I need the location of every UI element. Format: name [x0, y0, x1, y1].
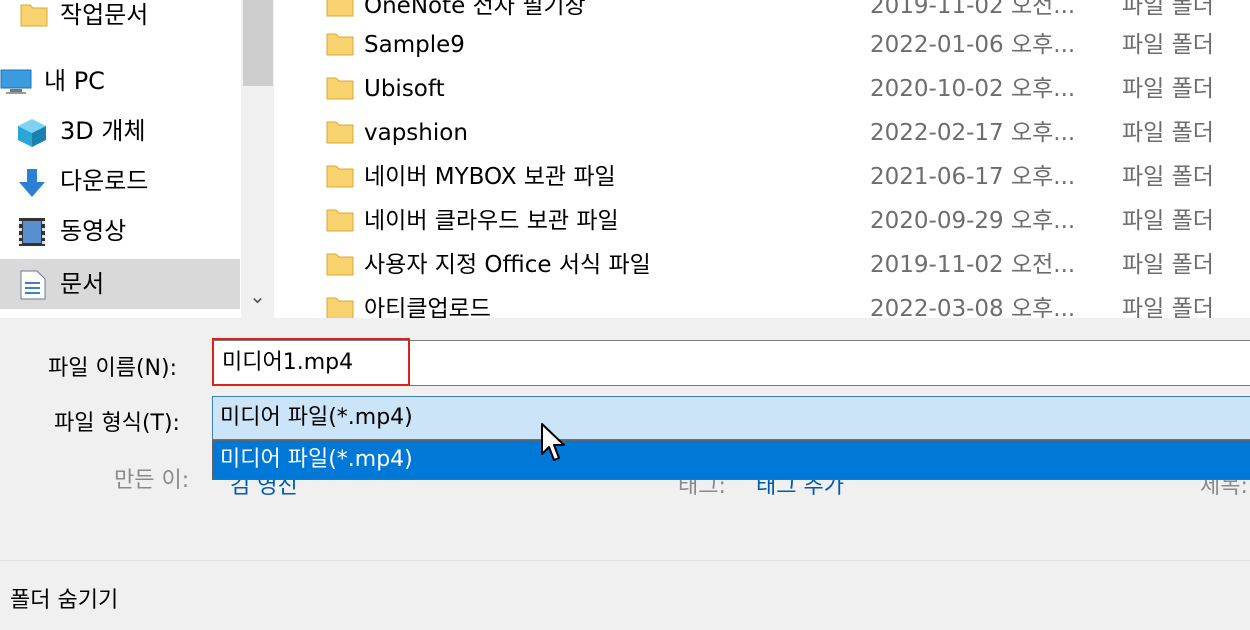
nav-item-downloads[interactable]: 다운로드: [0, 156, 240, 206]
file-date: 2022-02-17 오후...: [870, 120, 1076, 146]
filename-label: 파일 이름(N):: [48, 356, 177, 381]
file-name: Sample9: [364, 32, 465, 58]
list-item[interactable]: Sample9 2022-01-06 오후... 파일 폴더: [274, 23, 1250, 67]
file-name: Ubisoft: [364, 76, 445, 102]
mouse-pointer-icon: [541, 423, 565, 461]
filetype-selected-value[interactable]: 미디어 파일(*.mp4): [220, 396, 413, 440]
list-item[interactable]: 사용자 지정 Office 서식 파일 2019-11-02 오전... 파일 …: [274, 243, 1250, 287]
nav-item-label: 문서: [60, 270, 105, 298]
file-type: 파일 폴더: [1122, 32, 1214, 58]
file-type: 파일 폴더: [1122, 76, 1214, 102]
folder-icon: [326, 209, 354, 232]
video-icon: [19, 218, 45, 246]
file-type: 파일 폴더: [1122, 164, 1214, 190]
folder-icon: [326, 165, 354, 188]
file-date: 2020-10-02 오후...: [870, 76, 1076, 102]
file-type: 파일 폴더: [1122, 296, 1214, 318]
list-item[interactable]: vapshion 2022-02-17 오후... 파일 폴더: [274, 111, 1250, 155]
folder-icon: [20, 4, 48, 27]
divider: [0, 560, 1250, 561]
author-label: 만든 이:: [114, 468, 190, 493]
nav-item-documents[interactable]: 문서: [0, 259, 240, 309]
nav-item-3d-objects[interactable]: 3D 개체: [0, 106, 240, 156]
nav-item-videos[interactable]: 동영상: [0, 206, 240, 256]
file-type: 파일 폴더: [1122, 208, 1214, 234]
file-type: 파일 폴더: [1122, 120, 1214, 146]
scrollbar-thumb[interactable]: [243, 0, 273, 86]
folder-icon: [326, 77, 354, 100]
file-name: 사용자 지정 Office 서식 파일: [364, 252, 651, 278]
nav-item-label: 3D 개체: [60, 117, 146, 145]
list-item[interactable]: 네이버 클라우드 보관 파일 2020-09-29 오후... 파일 폴더: [274, 199, 1250, 243]
nav-item-label: 내 PC: [44, 67, 105, 95]
file-date: 2019-11-02 오전...: [870, 252, 1076, 278]
file-date: 2021-06-17 오후...: [870, 164, 1076, 190]
file-name: vapshion: [364, 120, 468, 146]
file-list: OneNote 전자 필기장 2019-11-02 오전... 파일 폴더 Sa…: [274, 0, 1250, 318]
filetype-option[interactable]: 미디어 파일(*.mp4): [220, 440, 413, 480]
file-date: 2022-03-08 오후...: [870, 296, 1076, 318]
list-item[interactable]: Ubisoft 2020-10-02 오후... 파일 폴더: [274, 67, 1250, 111]
nav-item-label: 동영상: [60, 217, 127, 245]
file-date: 2020-09-29 오후...: [870, 208, 1076, 234]
download-icon: [19, 169, 45, 197]
hide-folders-button[interactable]: 폴더 숨기기: [10, 582, 118, 614]
file-name: 아티클업로드: [364, 296, 491, 318]
file-name: 네이버 MYBOX 보관 파일: [364, 164, 616, 190]
folder-icon: [326, 0, 354, 17]
folder-icon: [326, 121, 354, 144]
nav-item-this-pc[interactable]: 내 PC: [0, 56, 240, 106]
file-type: 파일 폴더: [1122, 252, 1214, 278]
computer-icon: [0, 69, 32, 94]
folder-icon: [326, 253, 354, 276]
chevron-down-icon[interactable]: ⌄: [241, 276, 274, 316]
3d-objects-icon: [18, 119, 46, 147]
nav-item-label: 다운로드: [60, 167, 149, 195]
nav-item-work-docs[interactable]: 작업문서: [0, 0, 240, 40]
folder-icon: [326, 297, 354, 318]
navigation-pane: 작업문서 내 PC 3D 개체 다운로드 동영상 문서 ⌄: [0, 0, 274, 318]
folder-icon: [326, 33, 354, 56]
list-item[interactable]: 네이버 MYBOX 보관 파일 2021-06-17 오후... 파일 폴더: [274, 155, 1250, 199]
file-date: 2022-01-06 오후...: [870, 32, 1076, 58]
document-icon: [20, 270, 46, 300]
filename-highlight-box: [212, 338, 410, 386]
list-item[interactable]: 아티클업로드 2022-03-08 오후... 파일 폴더: [274, 287, 1250, 318]
filetype-label: 파일 형식(T):: [54, 411, 180, 436]
nav-scrollbar[interactable]: ⌄: [241, 0, 274, 318]
file-name: 네이버 클라우드 보관 파일: [364, 208, 619, 234]
nav-item-label: 작업문서: [60, 1, 149, 29]
